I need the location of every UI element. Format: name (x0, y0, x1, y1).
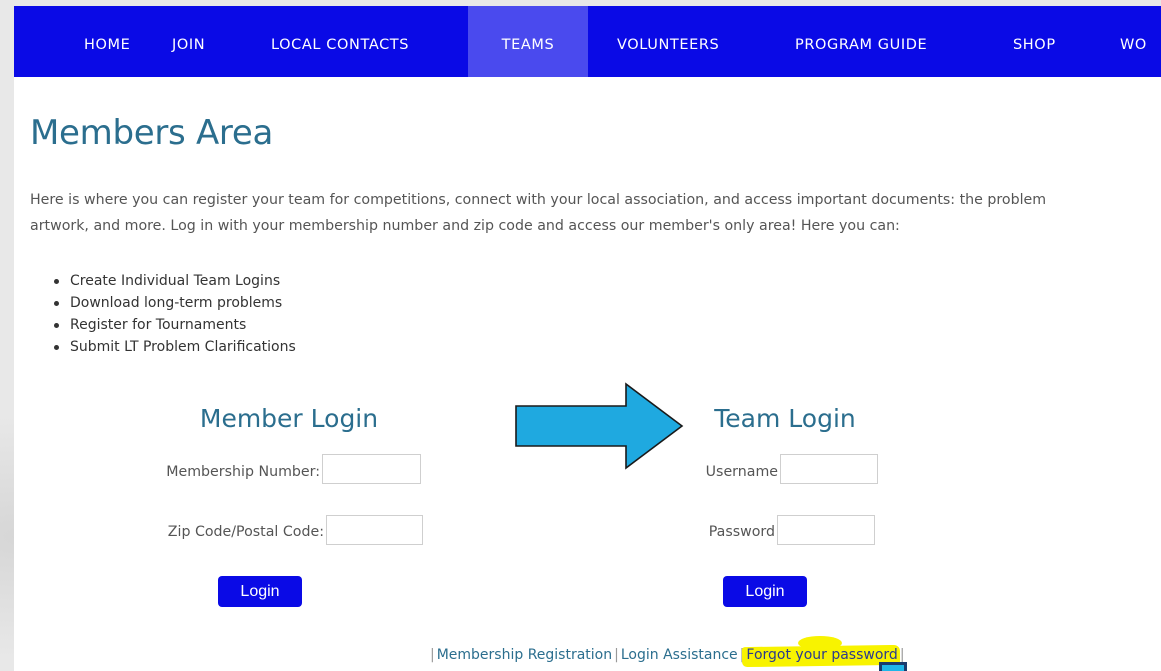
separator: | (614, 647, 619, 663)
zip-code-input[interactable] (326, 515, 423, 545)
login-assistance-link[interactable]: Login Assistance (621, 647, 738, 663)
highlight-annotation: Forgot your password (746, 636, 898, 663)
password-input[interactable] (777, 515, 875, 545)
membership-number-input[interactable] (322, 454, 421, 484)
member-login-title: Member Login (199, 404, 379, 433)
zip-code-label: Zip Code/Postal Code: (167, 524, 324, 540)
nav-item-home[interactable]: HOME (84, 6, 130, 77)
nav-item-shop[interactable]: SHOP (1013, 6, 1056, 77)
nav-item-local-contacts[interactable]: LOCAL CONTACTS (271, 6, 409, 77)
nav-item-volunteers[interactable]: VOLUNTEERS (617, 6, 719, 77)
username-input[interactable] (780, 454, 878, 484)
right-arrow-icon (515, 382, 684, 470)
intro-text: Here is where you can register your team… (30, 187, 1161, 239)
nav-item-join[interactable]: JOIN (172, 6, 205, 77)
password-label: Password (708, 524, 775, 540)
separator: | (430, 647, 435, 663)
main-nav: HOME JOIN LOCAL CONTACTS TEAMS VOLUNTEER… (14, 6, 1161, 77)
nav-item-teams[interactable]: TEAMS (468, 6, 588, 77)
list-item: Submit LT Problem Clarifications (50, 336, 296, 358)
membership-number-label: Membership Number: (166, 464, 320, 480)
intro-line-1: Here is where you can register your team… (30, 192, 1047, 208)
member-login-button[interactable]: Login (218, 576, 302, 607)
username-label: Username (705, 464, 778, 480)
nav-item-program-guide[interactable]: PROGRAM GUIDE (795, 6, 927, 77)
page-title: Members Area (30, 113, 274, 153)
list-item: Download long-term problems (50, 292, 296, 314)
separator: | (899, 647, 905, 663)
team-login-title: Team Login (714, 404, 856, 433)
cursor-marker-icon (879, 662, 907, 671)
list-item: Register for Tournaments (50, 314, 296, 336)
nav-item-wo[interactable]: WO (1120, 6, 1147, 77)
team-login-button[interactable]: Login (723, 576, 807, 607)
forgot-password-link[interactable]: Forgot your password (746, 636, 898, 667)
footer-links: | Membership Registration | Login Assistanc… (428, 636, 907, 667)
page: HOME JOIN LOCAL CONTACTS TEAMS VOLUNTEER… (14, 6, 1161, 671)
intro-line-2: artwork, and more. Log in with your memb… (30, 218, 900, 234)
list-item: Create Individual Team Logins (50, 270, 296, 292)
membership-registration-link[interactable]: Membership Registration (437, 647, 612, 663)
feature-list: Create Individual Team Logins Download l… (50, 270, 296, 358)
